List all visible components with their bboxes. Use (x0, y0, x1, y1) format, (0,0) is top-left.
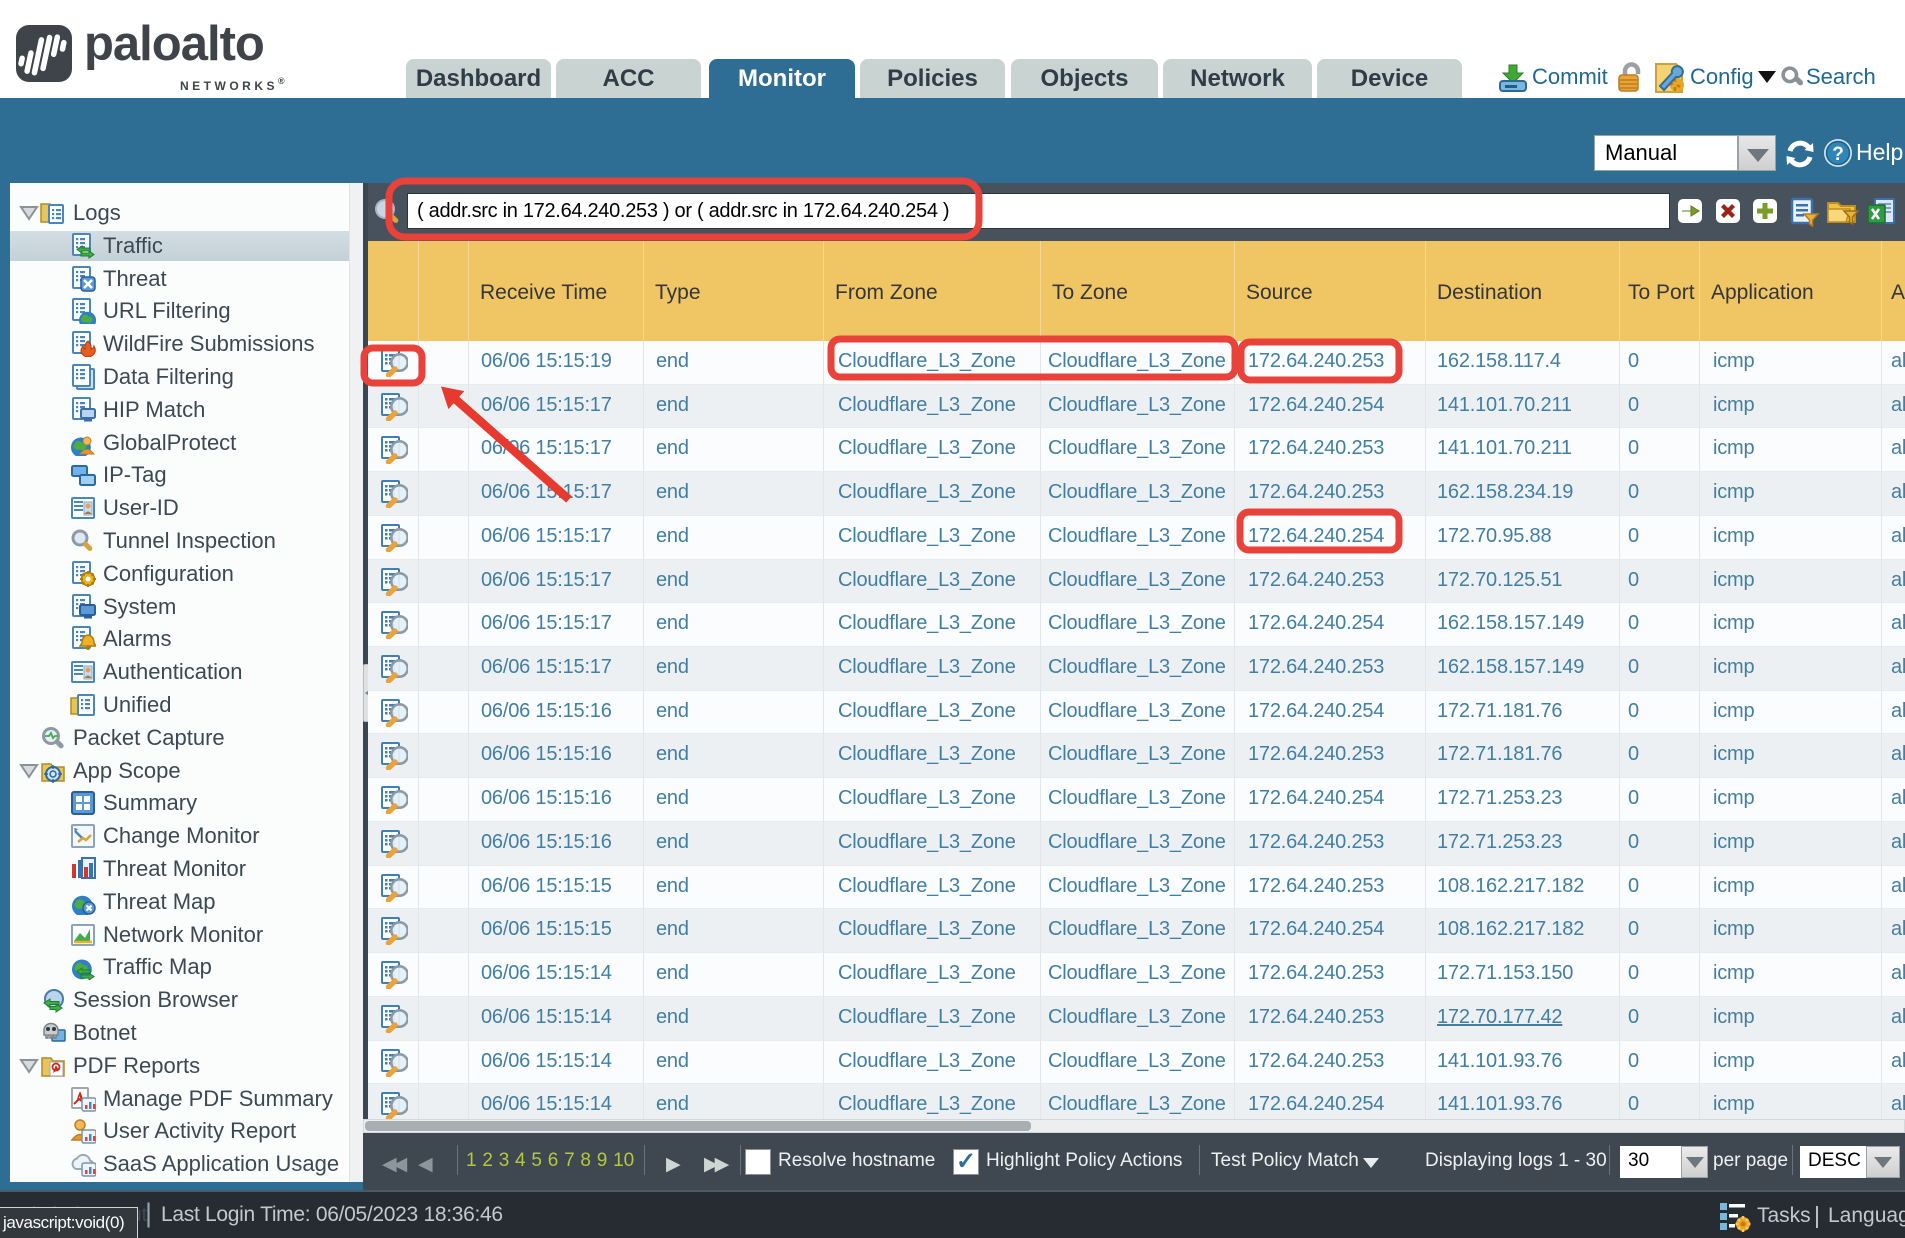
svg-text:?: ? (1832, 144, 1844, 165)
